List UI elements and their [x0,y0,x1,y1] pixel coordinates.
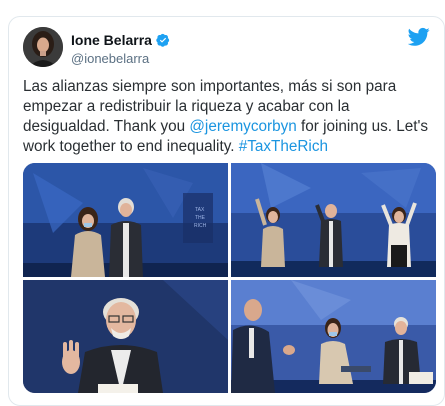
twitter-bird-icon[interactable] [408,27,430,47]
mention-link[interactable]: @jeremycorbyn [189,118,296,135]
photo-stage-waving[interactable] [231,163,436,277]
photo-panel-seated[interactable] [231,280,436,393]
svg-text:THE: THE [195,215,206,221]
author-name[interactable]: Ione Belarra [71,32,152,48]
tweet-text: Las alianzas siempre son importantes, má… [23,77,438,157]
tweet-card[interactable]: Ione Belarra @ionebelarra Las alianzas s… [8,16,445,406]
svg-text:TAX: TAX [195,207,205,213]
photo-speaker-closeup[interactable] [23,280,228,393]
author-handle[interactable]: @ionebelarra [71,51,149,66]
author-avatar[interactable] [23,27,63,67]
photo-stage-two-people[interactable]: TAX THE RICH [23,163,228,277]
media-grid: TAX THE RICH [23,163,436,393]
hashtag-link[interactable]: #TaxTheRich [239,138,328,155]
svg-text:RICH: RICH [194,223,207,229]
verified-badge-icon [156,33,170,47]
